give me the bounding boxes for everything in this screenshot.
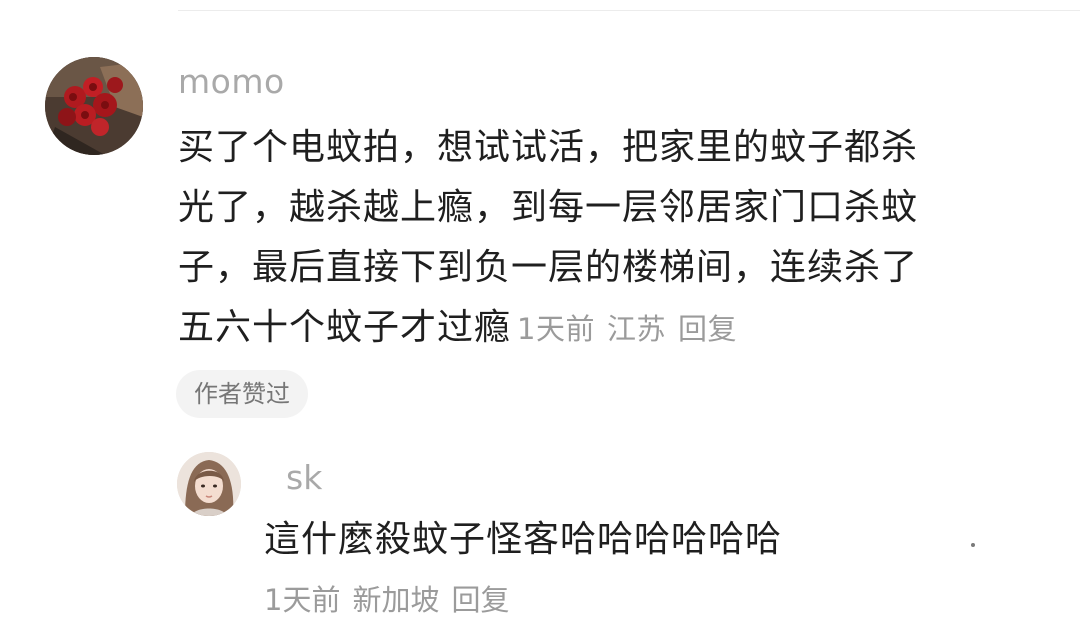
comment-thread: momo 买了个电蚊拍，想试试活，把家里的蚊子都杀光了，越杀越上瘾，到每一层邻居… [0, 0, 1080, 640]
comment-time: 1天前 [517, 312, 595, 346]
comment-body: 买了个电蚊拍，想试试活，把家里的蚊子都杀光了，越杀越上瘾，到每一层邻居家门口杀蚊… [178, 118, 928, 359]
dot-mark [971, 543, 975, 547]
comment-meta: 1天前 江苏 回复 [517, 312, 737, 346]
avatar[interactable] [45, 57, 143, 155]
reply-button[interactable]: 回复 [451, 583, 509, 617]
comment-username[interactable]: momo [178, 62, 285, 102]
reply-location: 新加坡 [352, 583, 440, 617]
reply-text: 這什麼殺蚊子怪客哈哈哈哈哈哈 [264, 519, 783, 560]
rose-bouquet-avatar-image [45, 57, 143, 155]
portrait-avatar-image [177, 452, 241, 516]
reply-time: 1天前 [264, 583, 341, 617]
reply-meta: 1天前 新加坡 回复 [264, 580, 509, 620]
reply-username[interactable]: sk [286, 458, 322, 498]
reply-button[interactable]: 回复 [678, 312, 737, 346]
comment-location: 江苏 [606, 312, 666, 346]
author-liked-badge: 作者赞过 [176, 370, 308, 418]
divider [178, 10, 1080, 11]
avatar[interactable] [177, 452, 241, 516]
